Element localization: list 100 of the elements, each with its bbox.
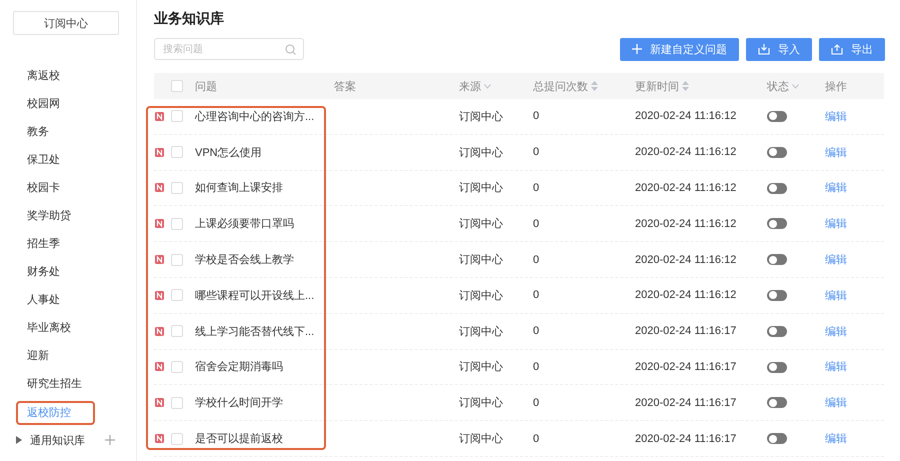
sidebar-item[interactable]: 毕业离校 — [0, 317, 136, 345]
sidebar-item[interactable]: 财务处 — [0, 261, 136, 289]
table-cell: 订阅中心 — [459, 146, 503, 159]
dropdown-caret-icon[interactable] — [484, 84, 491, 88]
table-cell: VPN怎么使用 — [195, 146, 262, 159]
checkbox[interactable] — [171, 80, 183, 92]
table-cell: 订阅中心 — [459, 326, 503, 338]
new-badge-icon — [155, 148, 164, 157]
sidebar-item[interactable]: 招生季 — [0, 233, 136, 261]
expand-arrow-icon[interactable] — [15, 436, 23, 444]
table-cell: 2020-02-24 11:16:12 — [635, 218, 736, 230]
add-icon[interactable] — [105, 435, 115, 445]
table-cell: 心理咨询中心的咨询方... — [195, 110, 314, 123]
sort-icon[interactable] — [682, 81, 689, 91]
table-cell: 是否可以提前返校 — [195, 433, 283, 446]
checkbox[interactable] — [171, 110, 183, 122]
table-cell: 订阅中心 — [459, 397, 503, 410]
sidebar-item[interactable]: 离返校 — [0, 65, 136, 93]
column-header: 状态 — [767, 80, 789, 94]
plus-icon — [632, 44, 642, 54]
new-badge-icon — [155, 183, 164, 192]
toggle-switch[interactable] — [767, 326, 787, 337]
sidebar-item[interactable]: 教务 — [0, 121, 136, 149]
subscription-button[interactable]: 订阅中心 — [13, 11, 119, 35]
table-cell: 2020-02-24 11:16:17 — [635, 360, 736, 373]
table-cell: 2020-02-24 11:16:17 — [635, 396, 736, 409]
checkbox[interactable] — [171, 360, 183, 373]
table-cell: 订阅中心 — [459, 182, 503, 194]
table-cell: 如何查询上课安排 — [195, 182, 283, 194]
new-badge-icon — [155, 219, 164, 228]
sort-icon[interactable] — [591, 81, 598, 91]
toggle-switch[interactable] — [767, 290, 787, 301]
table-cell: 0 — [533, 360, 540, 373]
tree-item[interactable]: 通用知识库 — [30, 432, 85, 448]
table-cell: 0 — [533, 396, 540, 409]
table-cell: 订阅中心 — [459, 254, 503, 266]
table-cell: 2020-02-24 11:16:12 — [635, 289, 736, 302]
table-cell: 0 — [533, 182, 540, 194]
column-header: 总提问次数 — [533, 80, 588, 94]
table-cell: 线上学习能否替代线下... — [195, 326, 314, 338]
table-cell: 0 — [533, 254, 540, 266]
table-cell: 2020-02-24 11:16:12 — [635, 110, 736, 122]
new-badge-icon — [155, 255, 164, 264]
table-cell: 2020-02-24 11:16:12 — [635, 182, 736, 194]
checkbox[interactable] — [171, 325, 183, 338]
new-badge-icon — [155, 434, 164, 444]
table-cell: 0 — [533, 432, 540, 445]
upload-icon — [831, 44, 843, 54]
table-cell: 订阅中心 — [459, 218, 503, 230]
toggle-switch[interactable] — [767, 433, 787, 444]
toggle-switch[interactable] — [767, 182, 787, 194]
toggle-switch[interactable] — [767, 146, 787, 158]
checkbox[interactable] — [171, 289, 183, 302]
column-header: 操作 — [825, 80, 847, 94]
column-header: 答案 — [334, 80, 356, 94]
sidebar-item[interactable]: 校园网 — [0, 93, 136, 121]
checkbox[interactable] — [171, 182, 183, 194]
table-cell: 学校什么时间开学 — [195, 397, 283, 410]
table-cell: 宿舍会定期消毒吗 — [195, 361, 283, 374]
table-cell: 0 — [533, 289, 540, 302]
new-badge-icon — [155, 112, 164, 121]
checkbox[interactable] — [171, 254, 183, 266]
table-cell: 0 — [533, 110, 540, 122]
table-cell: 订阅中心 — [459, 110, 503, 123]
sidebar-item[interactable]: 保卫处 — [0, 149, 136, 177]
column-header: 更新时间 — [635, 80, 679, 94]
sidebar-item[interactable]: 人事处 — [0, 289, 136, 317]
table-cell: 2020-02-24 11:16:17 — [635, 325, 736, 338]
page-title: 业务知识库 — [154, 10, 225, 28]
table-cell: 上课必须要带口罩吗 — [195, 218, 294, 230]
toggle-switch[interactable] — [767, 110, 787, 122]
search-icon — [285, 44, 296, 54]
table-cell: 2020-02-24 11:16:12 — [635, 254, 736, 266]
toggle-switch[interactable] — [767, 362, 787, 373]
table-cell: 0 — [533, 218, 540, 230]
table-cell: 订阅中心 — [459, 290, 503, 302]
checkbox[interactable] — [171, 396, 183, 409]
sidebar-item[interactable]: 奖学助贷 — [0, 205, 136, 233]
table-cell: 订阅中心 — [459, 433, 503, 446]
new-badge-icon — [155, 362, 164, 372]
checkbox[interactable] — [171, 146, 183, 158]
sidebar-item[interactable]: 迎新 — [0, 345, 136, 373]
search-field[interactable]: 搜索问题 — [154, 38, 304, 60]
dropdown-caret-icon[interactable] — [792, 84, 799, 88]
table-cell: 订阅中心 — [459, 361, 503, 374]
toggle-switch[interactable] — [767, 254, 787, 266]
table-cell: 0 — [533, 146, 540, 158]
table-cell: 2020-02-24 11:16:12 — [635, 146, 736, 158]
sidebar-item[interactable]: 研究生招生 — [0, 373, 136, 401]
new-badge-icon — [155, 290, 164, 300]
column-header: 问题 — [195, 80, 217, 94]
new-badge-icon — [155, 326, 164, 336]
table-cell: 0 — [533, 325, 540, 338]
toggle-switch[interactable] — [767, 218, 787, 230]
sidebar-item[interactable]: 校园卡 — [0, 177, 136, 205]
checkbox[interactable] — [171, 432, 183, 445]
toggle-switch[interactable] — [767, 397, 787, 408]
table-cell: 哪些课程可以开设线上... — [195, 290, 314, 302]
checkbox[interactable] — [171, 218, 183, 230]
download-icon — [758, 44, 770, 54]
